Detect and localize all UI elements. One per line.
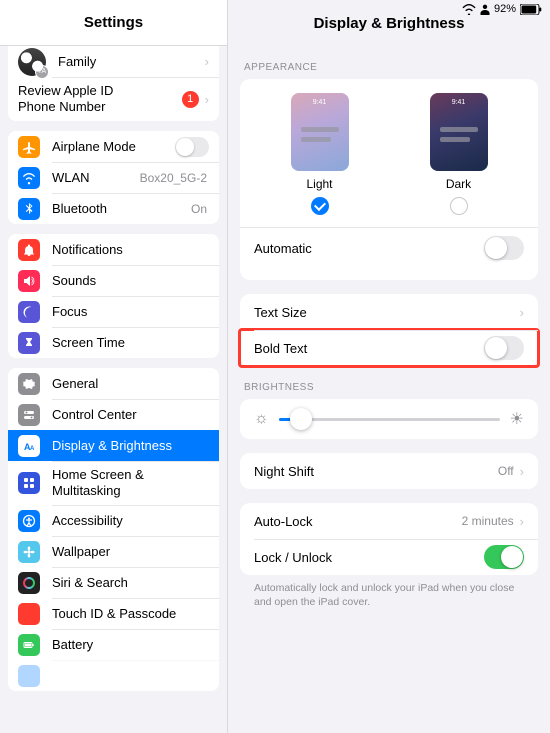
siri-icon	[18, 572, 40, 594]
sidebar-item-battery[interactable]: Battery	[8, 629, 219, 660]
sidebar-item-accessibility[interactable]: Accessibility	[8, 505, 219, 536]
chevron-right-icon: ›	[520, 514, 524, 529]
brightness-slider[interactable]	[279, 418, 500, 421]
light-preview-icon: 9:41	[291, 93, 349, 171]
sidebar-item-more[interactable]	[8, 660, 219, 691]
hourglass-icon	[18, 332, 40, 354]
appearance-option-light[interactable]: 9:41 Light	[291, 93, 349, 215]
notification-badge: 1	[182, 91, 199, 108]
bluetooth-icon	[18, 198, 40, 220]
dark-radio[interactable]	[450, 197, 468, 215]
sidebar-item-display-brightness[interactable]: AA Display & Brightness	[8, 430, 219, 461]
wifi-icon	[462, 4, 476, 15]
chevron-right-icon: ›	[520, 305, 524, 320]
sidebar-item-sounds[interactable]: Sounds	[8, 265, 219, 296]
accessibility-icon	[18, 510, 40, 532]
row-bold-text[interactable]: Bold Text	[240, 330, 538, 366]
sidebar-item-general[interactable]: General	[8, 368, 219, 399]
bold-text-toggle[interactable]	[484, 336, 524, 360]
grid-icon	[18, 472, 40, 494]
section-appearance-label: Appearance	[244, 62, 534, 73]
row-auto-lock[interactable]: Auto-Lock 2 minutes ›	[240, 503, 538, 539]
sidebar-item-airplane-mode[interactable]: Airplane Mode	[8, 131, 219, 162]
sidebar-item-screen-time[interactable]: Screen Time	[8, 327, 219, 358]
airplane-toggle[interactable]	[175, 137, 209, 157]
sidebar-item-home-screen[interactable]: Home Screen &Multitasking	[8, 461, 219, 505]
fingerprint-icon	[18, 603, 40, 625]
sidebar-item-focus[interactable]: Focus	[8, 296, 219, 327]
sidebar-item-bluetooth[interactable]: Bluetooth On	[8, 193, 219, 224]
battery-icon	[520, 4, 542, 15]
hand-icon	[18, 665, 40, 687]
dark-preview-icon: 9:41	[430, 93, 488, 171]
bell-icon	[18, 239, 40, 261]
speaker-icon	[18, 270, 40, 292]
chevron-right-icon: ›	[205, 92, 209, 107]
light-radio[interactable]	[311, 197, 329, 215]
sidebar-item-wallpaper[interactable]: Wallpaper	[8, 536, 219, 567]
battery-icon	[18, 634, 40, 656]
sidebar-item-wlan[interactable]: WLAN Box20_5G-2	[8, 162, 219, 193]
wifi-icon	[18, 167, 40, 189]
row-text-size[interactable]: Text Size ›	[240, 294, 538, 330]
gear-icon	[18, 373, 40, 395]
sun-small-icon: ☼	[254, 410, 269, 428]
settings-title: Settings	[0, 0, 227, 46]
sidebar-item-control-center[interactable]: Control Center	[8, 399, 219, 430]
row-night-shift[interactable]: Night Shift Off ›	[240, 453, 538, 489]
chevron-right-icon: ›	[205, 54, 209, 69]
sidebar-item-notifications[interactable]: Notifications	[8, 234, 219, 265]
moon-icon	[18, 301, 40, 323]
section-brightness-label: Brightness	[244, 382, 534, 393]
detail-pane: Display & Brightness Appearance 9:41 Lig…	[228, 0, 550, 733]
family-avatar-icon: TA	[18, 48, 46, 76]
automatic-toggle[interactable]	[484, 236, 524, 260]
lock-unlock-toggle[interactable]	[484, 545, 524, 569]
text-size-icon: AA	[18, 435, 40, 457]
toggles-icon	[18, 404, 40, 426]
automatic-label: Automatic	[254, 241, 484, 256]
sidebar-item-family[interactable]: TA Family ›	[8, 46, 219, 77]
sidebar-item-review-apple-id[interactable]: Review Apple ID Phone Number 1 ›	[8, 77, 219, 121]
sidebar-item-siri[interactable]: Siri & Search	[8, 567, 219, 598]
person-icon	[480, 4, 490, 15]
row-lock-unlock[interactable]: Lock / Unlock	[240, 539, 538, 575]
lock-unlock-footnote: Automatically lock and unlock your iPad …	[240, 575, 538, 609]
status-bar: 92%	[462, 0, 542, 18]
flower-icon	[18, 541, 40, 563]
sidebar-item-touch-id[interactable]: Touch ID & Passcode	[8, 598, 219, 629]
airplane-icon	[18, 136, 40, 158]
settings-sidebar: Settings TA Family › Review Apple ID Pho…	[0, 0, 228, 733]
chevron-right-icon: ›	[520, 464, 524, 479]
appearance-option-dark[interactable]: 9:41 Dark	[430, 93, 488, 215]
battery-percent: 92%	[494, 3, 516, 15]
sun-large-icon: ☀	[510, 409, 524, 429]
brightness-slider-row[interactable]: ☼ ☀	[240, 399, 538, 439]
svg-text:A: A	[30, 446, 35, 452]
